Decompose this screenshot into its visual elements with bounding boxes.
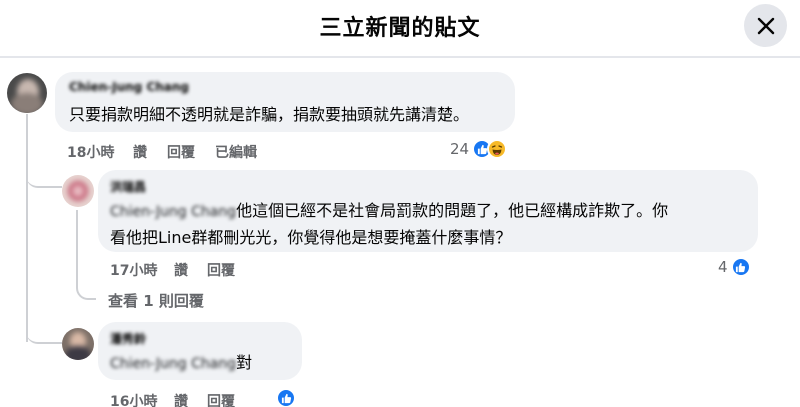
reply-button[interactable]: 回覆 <box>167 142 195 162</box>
like-button[interactable]: 讚 <box>174 391 188 407</box>
comment-bubble: Chien-Jung Chang 只要捐款明細不透明就是詐騙，捐款要抽頭就先講清… <box>55 72 515 132</box>
comment-time[interactable]: 16小時 <box>110 391 157 407</box>
view-replies-link[interactable]: 查看 1 則回覆 <box>108 290 204 311</box>
mention-tag[interactable]: Chien-Jung Chang <box>110 351 236 377</box>
comment-text-line: 他這個已經不是社會局罰款的問題了，他已經構成詐欺了。你 <box>236 201 669 220</box>
reaction-count: 24 <box>450 140 470 158</box>
comment-author[interactable]: 潘秀鈴 <box>110 330 146 347</box>
dialog-header: 三立新聞的貼文 <box>0 0 800 52</box>
close-button[interactable] <box>744 4 787 47</box>
comment-time[interactable]: 17小時 <box>110 260 157 280</box>
like-icon <box>730 257 751 277</box>
reaction-summary[interactable] <box>276 388 296 407</box>
comment-text-line: 看他把Line群都刪光光，你覺得他是想要掩蓋什麼事情？ <box>110 228 512 247</box>
avatar[interactable] <box>7 73 47 113</box>
reply-button[interactable]: 回覆 <box>207 391 235 407</box>
thread-connector <box>76 270 96 300</box>
thread-connector <box>26 310 62 344</box>
reaction-summary[interactable]: 24 <box>450 139 508 159</box>
close-icon <box>757 17 774 34</box>
mention-tag[interactable]: Chien-Jung Chang <box>110 199 236 225</box>
reaction-count: 4 <box>718 258 728 276</box>
comment-text: 只要捐款明細不透明就是詐騙，捐款要抽頭就先講清楚。 <box>69 105 470 124</box>
comment-bubble: 洪瑞昌 Chien-Jung Chang他這個已經不是社會局罰款的問題了，他已經… <box>98 170 758 252</box>
comment-text-body: 對 <box>236 353 253 372</box>
header-divider <box>0 56 800 58</box>
comment-time[interactable]: 18小時 <box>67 142 114 162</box>
like-button[interactable]: 讚 <box>133 142 147 162</box>
comment-text: Chien-Jung Chang他這個已經不是社會局罰款的問題了，他已經構成詐欺… <box>110 198 750 251</box>
thread-line <box>76 210 78 272</box>
comment-author[interactable]: Chien-Jung Chang <box>69 80 189 94</box>
like-button[interactable]: 讚 <box>174 260 188 280</box>
haha-icon <box>487 139 508 159</box>
thread-line <box>26 114 28 342</box>
comment-text: Chien-Jung Chang對 <box>110 350 252 377</box>
comment-author[interactable]: 洪瑞昌 <box>110 178 146 195</box>
avatar[interactable] <box>62 175 94 207</box>
dialog-title: 三立新聞的貼文 <box>319 16 481 41</box>
comment-bubble: 潘秀鈴 Chien-Jung Chang對 <box>98 322 302 380</box>
thread-connector <box>26 150 62 188</box>
like-icon <box>276 388 296 407</box>
edited-label: 已編輯 <box>215 145 257 161</box>
reaction-summary[interactable]: 4 <box>718 257 751 277</box>
reply-button[interactable]: 回覆 <box>207 260 235 280</box>
avatar[interactable] <box>62 328 94 360</box>
